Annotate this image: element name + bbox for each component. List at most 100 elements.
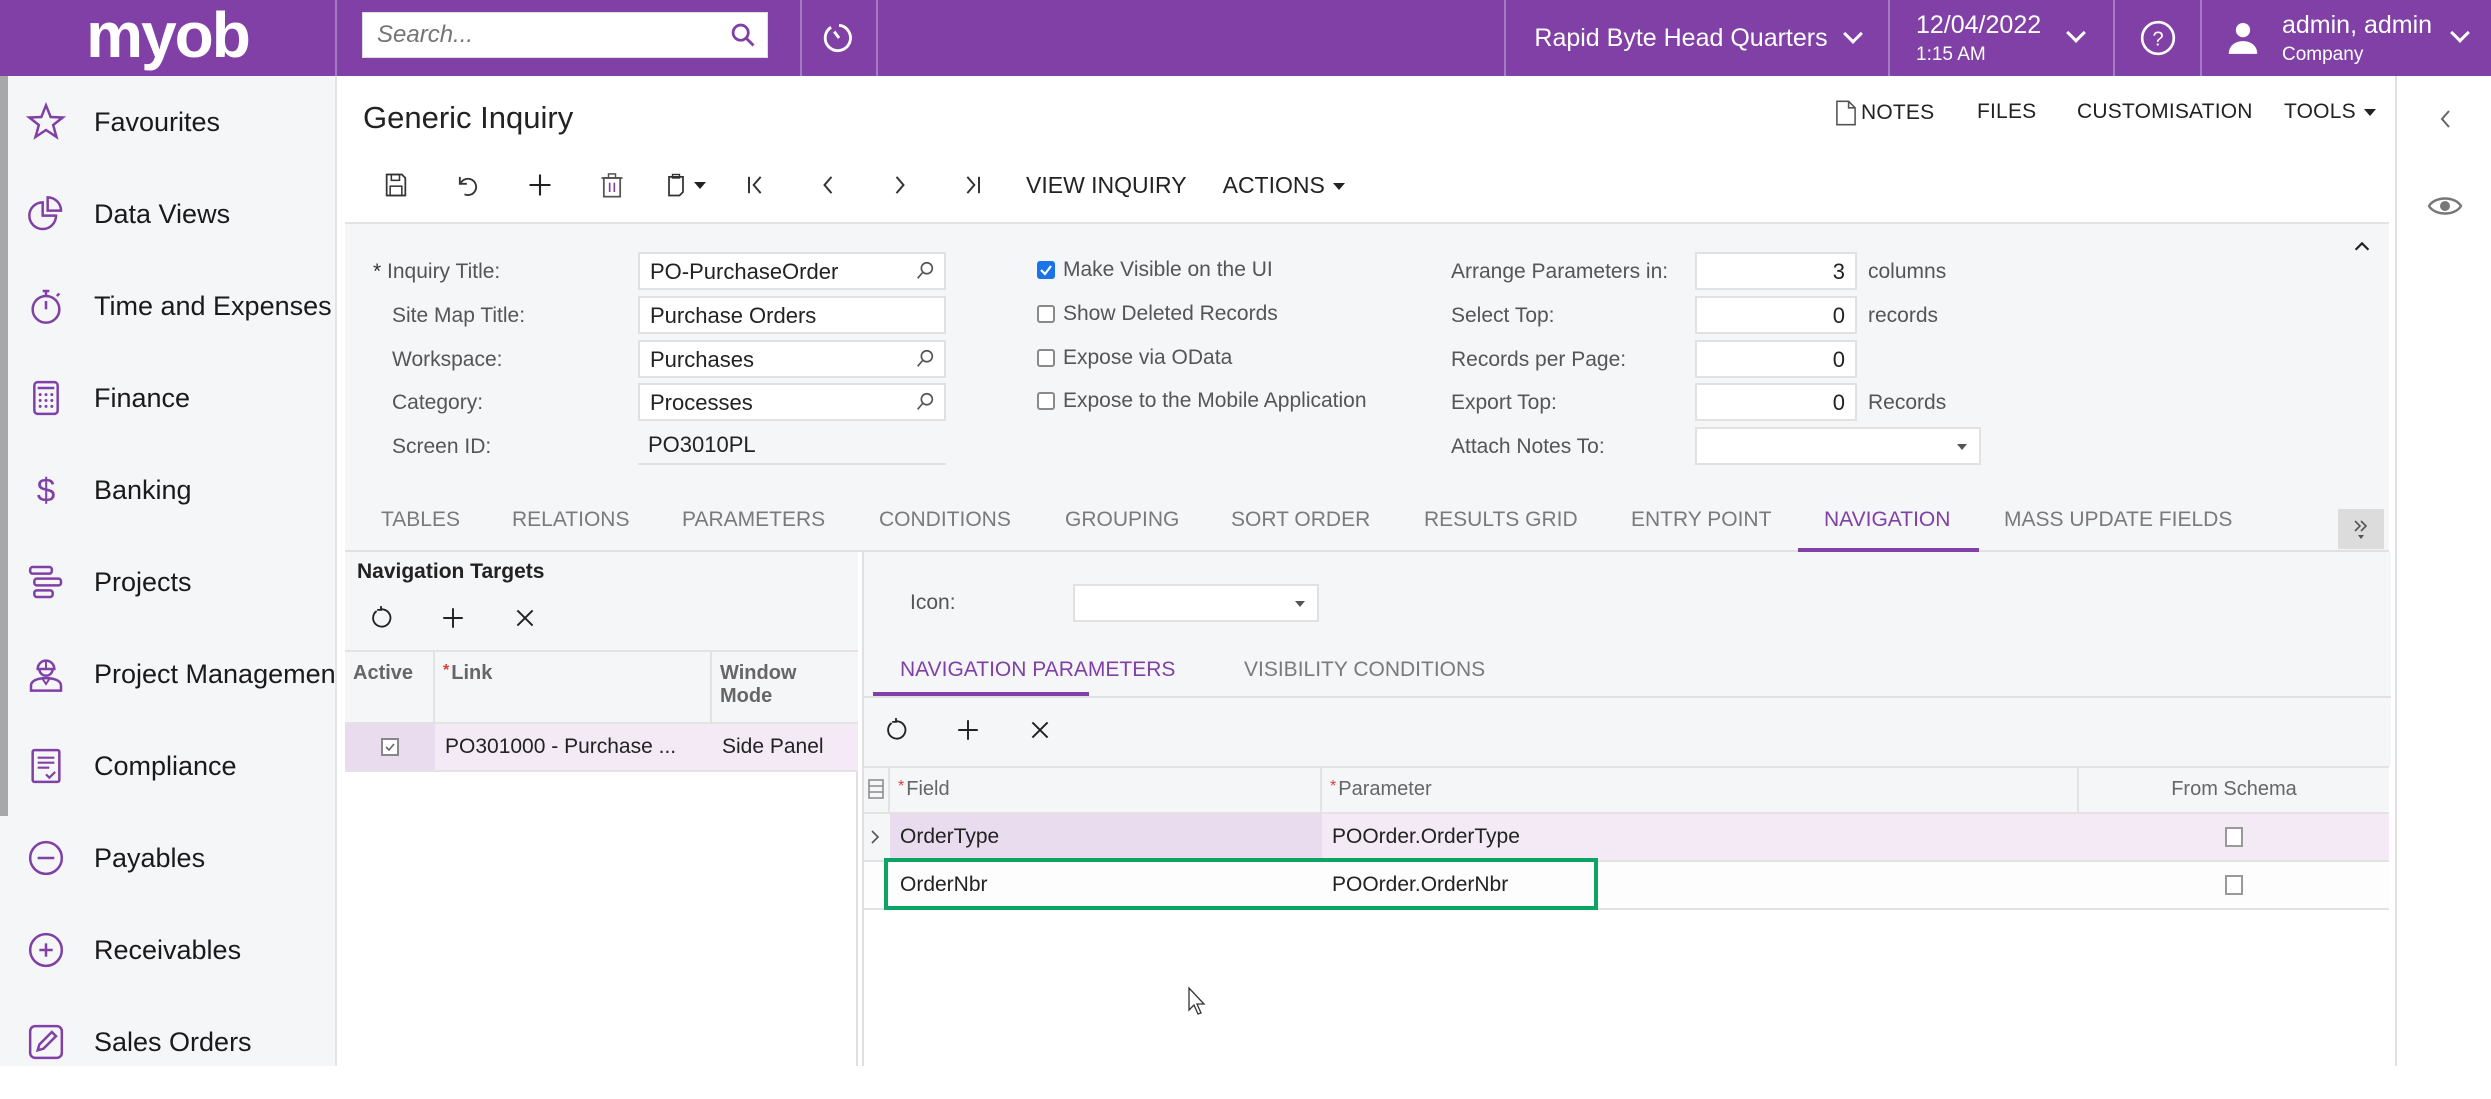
sidebar-item-time-and-expenses[interactable]: Time and Expenses (8, 260, 335, 352)
refresh-button[interactable] (876, 710, 916, 750)
sidebar-item-receivables[interactable]: Receivables (8, 904, 335, 996)
search-icon[interactable] (914, 348, 936, 370)
add-row-button[interactable] (433, 598, 473, 638)
sidebar-scrollbar[interactable] (0, 76, 8, 816)
from-schema-cell[interactable] (2079, 862, 2389, 908)
checkbox-unchecked[interactable] (1037, 349, 1055, 367)
sidebar-item-data-views[interactable]: Data Views (8, 168, 335, 260)
expose-via-odata-checkbox[interactable]: Expose via OData (1037, 346, 1232, 370)
category-field[interactable]: Processes (638, 383, 946, 421)
window-mode-cell[interactable]: Side Panel (712, 724, 858, 770)
tab-mass-update-fields[interactable]: MASS UPDATE FIELDS (2004, 508, 2232, 532)
export-top-field[interactable]: 0 (1695, 383, 1857, 421)
sidebar-item-project-management[interactable]: Project Management (8, 628, 335, 720)
date-selector[interactable]: 12/04/2022 1:15 AM (1890, 0, 2115, 76)
column-parameter[interactable]: * Parameter (1322, 768, 2079, 812)
actions-menu[interactable]: ACTIONS (1205, 172, 1363, 199)
table-row[interactable]: OrderType POOrder.OrderType (864, 814, 2389, 862)
checkbox-unchecked[interactable] (1037, 305, 1055, 323)
search-icon[interactable] (914, 260, 936, 282)
inquiry-title-field[interactable]: PO-PurchaseOrder (638, 252, 946, 290)
sidebar-item-compliance[interactable]: Compliance (8, 720, 335, 812)
collapse-icon[interactable] (2351, 236, 2373, 258)
link-cell[interactable]: PO301000 - Purchase ... (435, 724, 712, 770)
table-row[interactable]: PO301000 - Purchase ... Side Panel (345, 724, 858, 772)
next-record-button[interactable] (864, 163, 936, 207)
refresh-button[interactable] (361, 598, 401, 638)
sidebar-item-finance[interactable]: Finance (8, 352, 335, 444)
column-field[interactable]: * Field (890, 768, 1322, 812)
row-selector[interactable] (864, 862, 890, 908)
more-tabs-button[interactable] (2338, 509, 2384, 549)
column-link[interactable]: * Link (435, 652, 712, 722)
search-icon[interactable] (729, 21, 757, 49)
files-link[interactable]: FILES (1977, 100, 2036, 124)
records-per-page-field[interactable]: 0 (1695, 340, 1857, 378)
table-row[interactable]: OrderNbr POOrder.OrderNbr (864, 862, 2389, 910)
show-deleted-records-checkbox[interactable]: Show Deleted Records (1037, 302, 1278, 326)
tab-parameters[interactable]: PARAMETERS (682, 508, 825, 532)
checkbox-checked[interactable] (381, 738, 399, 756)
delete-row-button[interactable] (505, 598, 545, 638)
column-settings[interactable] (864, 768, 890, 812)
tab-results-grid[interactable]: RESULTS GRID (1424, 508, 1578, 532)
sidebar-item-sales-orders[interactable]: Sales Orders (8, 996, 335, 1066)
make-visible-checkbox[interactable]: Make Visible on the UI (1037, 258, 1273, 282)
search-input[interactable] (363, 13, 703, 57)
tab-grouping[interactable]: GROUPING (1065, 508, 1179, 532)
icon-select[interactable] (1073, 584, 1319, 622)
tab-entry-point[interactable]: ENTRY POINT (1631, 508, 1771, 532)
first-record-button[interactable] (720, 163, 792, 207)
select-top-field[interactable]: 0 (1695, 296, 1857, 334)
eye-icon[interactable] (2427, 192, 2463, 220)
tab-tables[interactable]: TABLES (381, 508, 460, 532)
checkbox-unchecked[interactable] (2225, 875, 2243, 895)
sidebar-item-favourites[interactable]: Favourites (8, 76, 335, 168)
workspace-field[interactable]: Purchases (638, 340, 946, 378)
sidebar-item-payables[interactable]: Payables (8, 812, 335, 904)
sidebar-item-banking[interactable]: $ Banking (8, 444, 335, 536)
attach-notes-to-select[interactable] (1695, 427, 1981, 465)
user-menu[interactable]: admin, admin Company (2202, 0, 2491, 76)
active-cell[interactable] (345, 724, 435, 770)
company-selector[interactable]: Rapid Byte Head Quarters (1504, 0, 1890, 76)
tab-visibility-conditions[interactable]: VISIBILITY CONDITIONS (1244, 658, 1485, 682)
arrange-parameters-field[interactable]: 3 (1695, 252, 1857, 290)
tab-navigation[interactable]: NAVIGATION (1824, 508, 1950, 532)
column-from-schema[interactable]: From Schema (2079, 768, 2389, 812)
checkbox-unchecked[interactable] (1037, 392, 1055, 410)
delete-button[interactable] (576, 163, 648, 207)
help-button[interactable]: ? (2115, 0, 2202, 76)
last-record-button[interactable] (936, 163, 1008, 207)
chevron-left-icon[interactable] (2435, 106, 2455, 132)
view-inquiry-button[interactable]: VIEW INQUIRY (1008, 172, 1205, 199)
myob-logo[interactable]: myob (0, 0, 337, 76)
tab-relations[interactable]: RELATIONS (512, 508, 629, 532)
delete-row-button[interactable] (1020, 710, 1060, 750)
add-button[interactable] (504, 163, 576, 207)
add-row-button[interactable] (948, 710, 988, 750)
parameter-cell[interactable]: POOrder.OrderType (1322, 814, 2079, 860)
column-window-mode[interactable]: Window Mode (712, 652, 858, 722)
parameter-cell[interactable]: POOrder.OrderNbr (1322, 862, 2079, 908)
search-icon[interactable] (914, 391, 936, 413)
from-schema-cell[interactable] (2079, 814, 2389, 860)
previous-record-button[interactable] (792, 163, 864, 207)
row-selector[interactable] (864, 814, 890, 860)
checkbox-checked[interactable] (1037, 261, 1055, 279)
checkbox-unchecked[interactable] (2225, 827, 2243, 847)
field-cell[interactable]: OrderNbr (890, 862, 1322, 908)
save-button[interactable] (360, 163, 432, 207)
sidebar-item-projects[interactable]: Projects (8, 536, 335, 628)
undo-button[interactable] (432, 163, 504, 207)
tab-navigation-parameters[interactable]: NAVIGATION PARAMETERS (900, 658, 1175, 682)
recent-activity-button[interactable] (800, 0, 878, 76)
site-map-title-field[interactable]: Purchase Orders (638, 296, 946, 334)
tab-conditions[interactable]: CONDITIONS (879, 508, 1011, 532)
tools-menu[interactable]: TOOLS (2284, 100, 2376, 124)
clipboard-menu-button[interactable] (648, 163, 720, 207)
column-active[interactable]: Active (345, 652, 435, 722)
expose-mobile-checkbox[interactable]: Expose to the Mobile Application (1037, 389, 1367, 413)
tab-sort-order[interactable]: SORT ORDER (1231, 508, 1370, 532)
search-box[interactable] (362, 12, 768, 58)
